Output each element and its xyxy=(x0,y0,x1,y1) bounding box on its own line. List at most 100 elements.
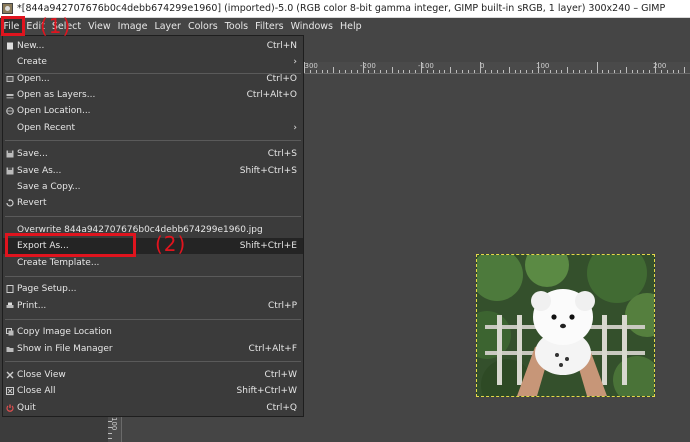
submenu-arrow-icon: › xyxy=(293,57,297,67)
ruler-tick xyxy=(374,70,376,73)
ruler-tick xyxy=(660,70,662,73)
menu-item-close-all[interactable]: Close All Shift+Ctrl+W xyxy=(3,383,303,399)
ruler-tick xyxy=(596,62,598,73)
ruler-tick xyxy=(479,62,481,73)
vertical-ruler[interactable]: 100 xyxy=(108,415,122,442)
ruler-tick xyxy=(631,70,633,73)
ruler-tick xyxy=(368,70,370,73)
menu-layer[interactable]: Layer xyxy=(151,18,185,35)
menu-filters[interactable]: Filters xyxy=(252,18,287,35)
ruler-tick xyxy=(304,62,305,73)
ruler-tick xyxy=(538,62,539,73)
window-title: *[844a942707676b0c4debb674299e1960] (imp… xyxy=(17,3,666,14)
ruler-tick xyxy=(502,70,504,73)
ruler-tick xyxy=(321,70,323,73)
ruler-tick xyxy=(327,70,329,73)
ruler-tick xyxy=(339,70,341,73)
menu-item-open-location[interactable]: Open Location... xyxy=(3,103,303,119)
ruler-tick xyxy=(514,70,516,73)
menu-view[interactable]: View xyxy=(85,18,115,35)
ruler-tick xyxy=(356,70,358,73)
canvas-image[interactable] xyxy=(476,254,655,397)
ruler-tick xyxy=(590,70,592,73)
ruler-tick xyxy=(637,70,639,73)
menu-item-open-recent[interactable]: Open Recent › xyxy=(3,120,303,136)
gimp-app-icon xyxy=(2,3,13,14)
puppy-photo xyxy=(477,255,654,396)
horizontal-ruler[interactable]: -300 -200 -100 0 100 200 xyxy=(304,62,690,74)
menu-item-create[interactable]: Create › xyxy=(3,54,303,70)
menu-separator xyxy=(5,276,301,277)
ruler-tick xyxy=(108,420,112,422)
folder-icon xyxy=(6,347,14,352)
ruler-tick xyxy=(467,70,469,73)
menu-item-save-copy[interactable]: Save a Copy... xyxy=(3,179,303,195)
menu-item-copy-image-location[interactable]: Copy Image Location xyxy=(3,324,303,340)
ruler-tick xyxy=(608,70,610,73)
ruler-tick xyxy=(385,70,387,73)
ruler-tick xyxy=(409,70,411,73)
quit-icon xyxy=(6,404,14,412)
ruler-tick xyxy=(649,70,651,73)
menu-item-create-template[interactable]: Create Template... xyxy=(3,255,303,271)
file-menu-dropdown: New... Ctrl+N Create › Open... Ctrl+O Op… xyxy=(2,35,304,417)
menu-item-page-setup[interactable]: Page Setup... xyxy=(3,281,303,297)
menu-item-open[interactable]: Open... Ctrl+O xyxy=(3,71,303,87)
menu-image[interactable]: Image xyxy=(114,18,151,35)
ruler-tick xyxy=(532,70,534,73)
print-icon xyxy=(6,302,14,308)
menu-separator xyxy=(5,319,301,320)
menu-bar: File Edit Select View Image Layer Colors… xyxy=(0,18,690,35)
ruler-tick xyxy=(438,70,440,73)
revert-icon xyxy=(6,199,14,207)
ruler-tick xyxy=(421,62,422,73)
ruler-tick xyxy=(526,70,528,73)
menu-item-open-as-layers[interactable]: Open as Layers... Ctrl+Alt+O xyxy=(3,87,303,103)
ruler-tick xyxy=(315,70,317,73)
ruler-tick xyxy=(397,70,399,73)
menu-item-print[interactable]: Print... Ctrl+P xyxy=(3,298,303,314)
ruler-tick xyxy=(403,70,405,73)
ruler-tick xyxy=(614,70,616,73)
menu-help[interactable]: Help xyxy=(337,18,366,35)
ruler-tick xyxy=(672,70,674,73)
menu-item-revert[interactable]: Revert xyxy=(3,195,303,211)
menu-separator xyxy=(5,216,301,217)
ruler-tick xyxy=(415,70,417,73)
menu-item-show-in-file-manager[interactable]: Show in File Manager Ctrl+Alt+F xyxy=(3,341,303,357)
ruler-tick xyxy=(456,70,458,73)
ruler-tick xyxy=(543,70,545,73)
ruler-tick xyxy=(497,70,499,73)
menu-item-quit[interactable]: Quit Ctrl+Q xyxy=(3,400,303,416)
ruler-tick xyxy=(380,70,382,73)
ruler-tick xyxy=(432,70,434,73)
menu-tools[interactable]: Tools xyxy=(221,18,251,35)
ruler-tick xyxy=(561,70,563,73)
ruler-tick xyxy=(555,70,557,73)
ruler-tick xyxy=(444,70,446,73)
new-icon xyxy=(7,42,13,50)
ruler-tick xyxy=(350,70,352,73)
ruler-tick xyxy=(508,67,510,73)
ruler-tick xyxy=(549,70,551,73)
ruler-tick xyxy=(584,70,586,73)
menu-item-save-as[interactable]: Save As... Shift+Ctrl+S xyxy=(3,163,303,179)
menu-windows[interactable]: Windows xyxy=(287,18,336,35)
menu-item-close-view[interactable]: Close View Ctrl+W xyxy=(3,367,303,383)
ruler-tick xyxy=(450,67,452,73)
ruler-tick xyxy=(309,70,311,73)
ruler-tick xyxy=(666,70,668,73)
ruler-tick xyxy=(473,70,475,73)
menu-item-save[interactable]: Save... Ctrl+S xyxy=(3,146,303,162)
menu-colors[interactable]: Colors xyxy=(184,18,221,35)
submenu-arrow-icon: › xyxy=(293,123,297,133)
annotation-step-2: (2) xyxy=(155,232,187,256)
close-all-icon xyxy=(6,387,14,395)
menu-separator xyxy=(5,361,301,362)
close-icon xyxy=(6,371,14,379)
ruler-tick xyxy=(602,70,604,73)
ruler-tick xyxy=(362,62,364,73)
ruler-tick xyxy=(684,67,686,73)
open-icon xyxy=(6,76,14,82)
menu-item-new[interactable]: New... Ctrl+N xyxy=(3,38,303,54)
